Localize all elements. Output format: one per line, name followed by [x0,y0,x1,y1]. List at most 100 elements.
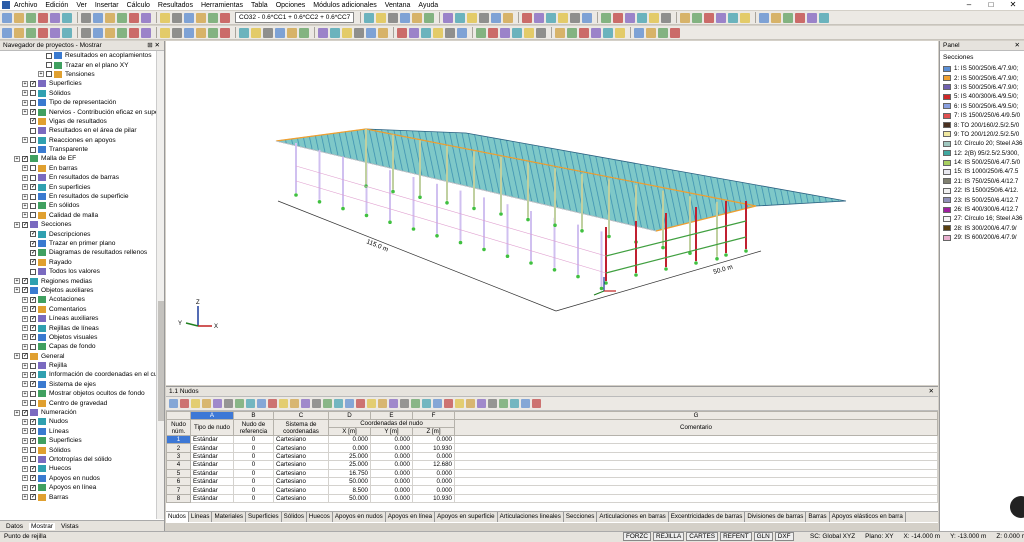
expand-toggle[interactable]: + [22,325,28,332]
tree-checkbox[interactable] [30,212,36,219]
table-cell[interactable]: 0.000 [328,434,371,445]
toolbar-tool-icon[interactable] [287,27,297,38]
tree-checkbox[interactable]: ✓ [30,80,36,87]
expand-toggle[interactable]: + [14,353,20,360]
toolbar-tool-icon[interactable] [728,12,739,23]
toolbar-tool-icon[interactable] [570,12,581,23]
navigator-scrollbar[interactable] [156,51,164,519]
sheet-tab[interactable]: Articulaciones en barras [597,512,669,522]
table-tool-icon[interactable] [191,399,200,408]
table-cell[interactable]: 0.000 [370,460,413,470]
tree-checkbox[interactable]: ✓ [30,371,36,378]
table-cell[interactable]: 0.000 [370,485,413,495]
table-cell[interactable]: 0 [233,434,274,445]
tree-checkbox[interactable] [30,202,36,209]
toolbar-tool-icon[interactable] [93,27,103,38]
menu-item[interactable]: Archivo [14,2,37,9]
expand-toggle[interactable]: + [22,418,28,425]
table-tool-icon[interactable] [532,399,541,408]
tree-checkbox[interactable] [30,137,36,144]
tree-item[interactable]: +Todos los valores [0,267,164,276]
toolbar-tool-icon[interactable] [141,27,151,38]
menu-item[interactable]: Herramientas [201,2,243,9]
tree-item[interactable]: + En resultados de barras [0,173,164,182]
tree-checkbox[interactable] [46,71,52,78]
tree-item[interactable]: + ✓ Objetos auxiliares [0,286,164,295]
toolbar-tool-icon[interactable] [512,27,522,38]
tree-item[interactable]: + Mostrar objetos ocultos de fondo [0,389,164,398]
expand-toggle[interactable]: + [22,362,28,369]
table-tool-icon[interactable] [466,399,475,408]
tree-item[interactable]: + Calidad de malla [0,211,164,220]
toolbar-tool-icon[interactable] [26,12,36,23]
sheet-tab[interactable]: Secciones [564,512,598,522]
expand-toggle[interactable]: + [14,221,20,228]
toolbar-tool-icon[interactable] [488,27,498,38]
table-cell[interactable]: 25.000 [328,451,371,462]
tree-item[interactable]: +Resultados en el área de pilar [0,126,164,135]
menu-item[interactable]: Módulos adicionales [313,2,376,9]
tree-item[interactable]: + ✓ Comentarios [0,305,164,314]
toolbar-tool-icon[interactable] [716,12,727,23]
sheet-tab[interactable]: Apoyos en línea [386,512,436,522]
tree-checkbox[interactable] [30,99,36,106]
toolbar-tool-icon[interactable] [534,12,545,23]
table-tool-icon[interactable] [202,399,211,408]
toolbar-tool-icon[interactable] [208,27,218,38]
toolbar-tool-icon[interactable] [397,27,407,38]
expand-toggle[interactable]: + [14,287,20,294]
tree-checkbox[interactable] [30,174,36,181]
toolbar-tool-icon[interactable] [93,12,103,23]
tree-item[interactable]: + ✓ Nudos [0,417,164,426]
table-cell[interactable]: 0 [233,485,274,495]
toolbar-tool-icon[interactable] [62,27,72,38]
expand-toggle[interactable]: + [22,456,28,463]
table-row[interactable]: 4 Estándar 0 Cartesiano 25.000 0.000 12.680 [166,460,938,470]
expand-toggle[interactable]: + [38,71,44,78]
expand-toggle[interactable]: + [22,494,28,501]
table-tool-icon[interactable] [422,399,431,408]
table-close-icon[interactable]: ✕ [929,387,934,397]
tree-item[interactable]: + ✓ Huecos [0,464,164,473]
table-tool-icon[interactable] [499,399,508,408]
table-tool-icon[interactable] [488,399,497,408]
toolbar-tool-icon[interactable] [457,27,467,38]
toolbar-tool-icon[interactable] [172,12,182,23]
tree-checkbox[interactable]: ✓ [30,240,36,247]
toolbar-tool-icon[interactable] [433,27,443,38]
toolbar-tool-icon[interactable] [579,27,589,38]
tree-item[interactable]: + ✓ Acotaciones [0,295,164,304]
toolbar-tool-icon[interactable] [239,27,249,38]
sheet-tab[interactable]: Líneas [189,512,213,522]
table-tool-icon[interactable] [477,399,486,408]
table-row[interactable]: 6 Estándar 0 Cartesiano 50.000 0.000 0.000 [166,476,938,487]
table-cell-comment[interactable] [454,434,938,445]
expand-toggle[interactable]: + [22,371,28,378]
toolbar-tool-icon[interactable] [38,27,48,38]
table-cell[interactable]: Cartesiano [273,434,329,445]
expand-toggle[interactable]: + [22,465,28,472]
toolbar-tool-icon[interactable] [759,12,770,23]
table-cell[interactable]: 10.930 [412,493,455,504]
pin-icon[interactable]: ⊞ ✕ [147,41,160,51]
toolbar-tool-icon[interactable] [388,12,399,23]
toolbar-tool-icon[interactable] [330,27,340,38]
tree-item[interactable]: + ✓ Barras [0,492,164,501]
tree-checkbox[interactable] [30,362,36,369]
menu-item[interactable]: Ventana [385,2,411,9]
toolbar-tool-icon[interactable] [62,12,72,23]
table-tool-icon[interactable] [312,399,321,408]
tree-checkbox[interactable]: ✓ [30,315,36,322]
table-cell[interactable]: Estándar [190,468,234,478]
table-tool-icon[interactable] [433,399,442,408]
toolbar-tool-icon[interactable] [50,27,60,38]
tree-item[interactable]: + En sólidos [0,201,164,210]
tree-checkbox[interactable]: ✓ [30,231,36,238]
expand-toggle[interactable]: + [22,400,28,407]
expand-toggle[interactable]: + [22,137,28,144]
navigator-tab[interactable]: Datos [4,523,25,530]
toolbar-tool-icon[interactable] [555,27,565,38]
toolbar-tool-icon[interactable] [536,27,546,38]
panel-close-icon[interactable]: ✕ [1015,41,1020,51]
expand-toggle[interactable]: + [22,343,28,350]
